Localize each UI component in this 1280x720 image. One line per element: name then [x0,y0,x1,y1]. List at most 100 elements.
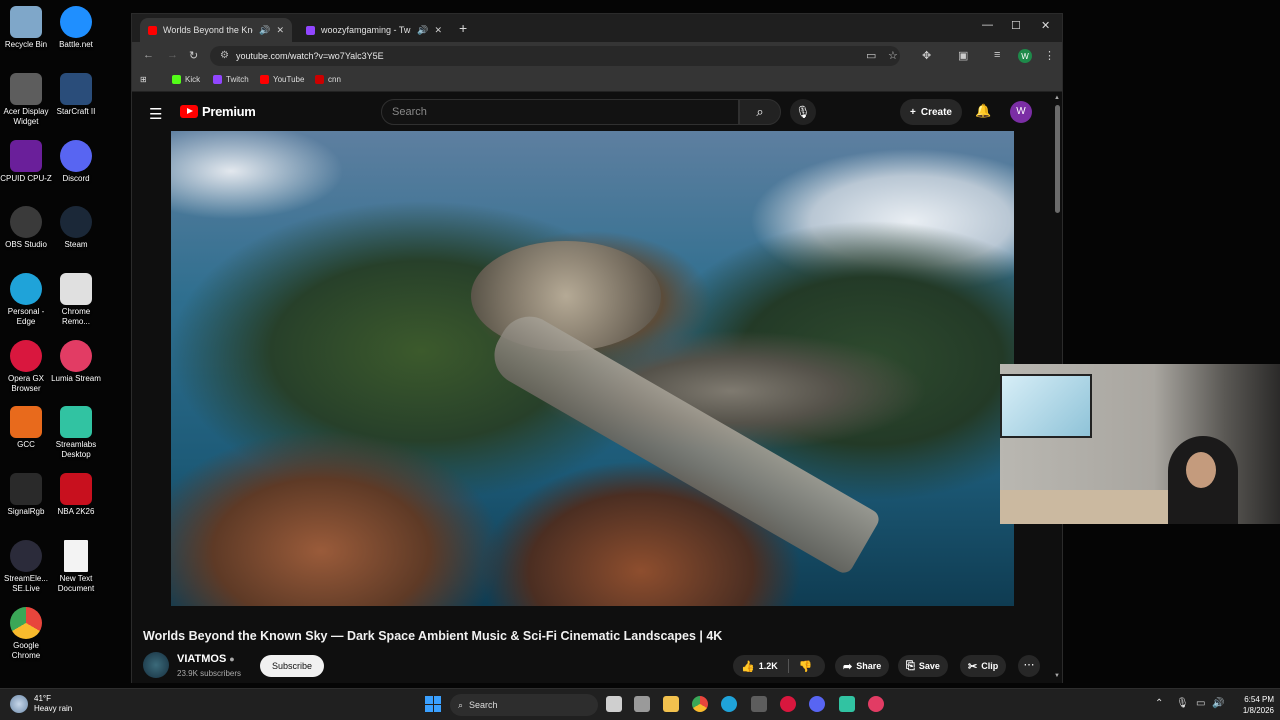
desktop-icon-discord[interactable]: Discord [50,140,102,184]
desktop-icon-streamlabs[interactable]: Streamlabs Desktop [50,406,102,460]
like-dislike-group: 👍 1.2K 👎 [733,655,825,677]
youtube-logo[interactable]: Premium [180,104,256,119]
edge-taskbar-icon[interactable] [721,696,737,712]
scrollbar-thumb[interactable] [1055,105,1060,213]
widgets-icon[interactable] [634,696,650,712]
desktop-icon-obs[interactable]: OBS Studio [0,206,52,250]
forward-icon[interactable]: → [167,49,178,61]
cast-icon[interactable]: ▭ [866,49,876,62]
notifications-bell-icon[interactable]: 🔔 [975,103,991,119]
site-info-icon[interactable]: ⚙ [220,50,229,61]
reading-list-icon[interactable]: ≡ [994,49,1000,61]
create-button[interactable]: + Create [900,99,962,125]
system-clock[interactable]: 6:54 PM 1/8/2026 [1226,694,1274,716]
share-button[interactable]: ➦ Share [835,655,890,677]
microphone-tray-icon[interactable]: 🎙 [1176,698,1189,709]
desktop-icon-label: Opera GX Browser [7,374,44,393]
tab-youtube[interactable]: Worlds Beyond the Known 🔊 ✕ [140,18,292,42]
bookmark-twitch[interactable]: Twitch [213,75,249,84]
taskbar-search[interactable]: ⌕ Search [450,694,598,716]
apps-grid-icon[interactable]: ⊞ [140,75,147,84]
bookmark-cnn[interactable]: cnn [315,75,341,84]
tab-twitch[interactable]: woozyfamgaming - Twitch 🔊 ✕ [298,18,450,42]
opera-gx-taskbar-icon[interactable] [780,696,796,712]
account-avatar[interactable]: W [1010,101,1032,123]
more-actions-button[interactable]: ⋯ [1018,655,1040,677]
reload-icon[interactable]: ↻ [189,49,198,62]
desktop-icon-nba2k[interactable]: NBA 2K26 [50,473,102,517]
file-explorer-icon[interactable] [663,696,679,712]
divider [787,659,789,673]
windows-logo-icon [425,696,433,704]
side-panel-icon[interactable]: ▣ [958,49,968,62]
subscribe-button[interactable]: Subscribe [260,655,324,677]
desktop-icon-opera-gx[interactable]: Opera GX Browser [0,340,52,394]
like-count[interactable]: 1.2K [759,661,778,671]
scroll-down-icon[interactable]: ▼ [1054,673,1060,679]
profile-avatar[interactable]: W [1018,49,1032,63]
like-icon[interactable]: 👍 [741,660,755,673]
network-icon[interactable]: ▭ [1196,698,1205,709]
extensions-icon[interactable]: ✥ [922,49,931,62]
desktop-icon-streamelements[interactable]: StreamEle... SE.Live [0,540,52,594]
start-button[interactable] [425,696,441,712]
desktop-icon-chrome[interactable]: Google Chrome [0,607,52,661]
streamlabs-taskbar-icon[interactable] [839,696,855,712]
desktop-icon-text-document[interactable]: New Text Document [50,540,102,594]
desktop-icon-lumia[interactable]: Lumia Stream [50,340,102,384]
desktop-icon-edge[interactable]: Personal - Edge [0,273,52,327]
desktop-icon-steam[interactable]: Steam [50,206,102,250]
browser-menu-icon[interactable]: ⋮ [1044,49,1055,62]
close-tab-icon[interactable]: ✕ [434,25,442,36]
channel-name-row[interactable]: VIATMOS ● [177,653,235,665]
kick-icon [172,75,181,84]
windows-logo-icon [433,704,441,712]
hamburger-menu-icon[interactable]: ☰ [149,105,162,123]
chrome-taskbar-icon[interactable] [692,696,708,712]
desktop-icon-recycle-bin[interactable]: Recycle Bin [0,6,52,50]
save-button[interactable]: ⎘ Save [898,655,948,677]
desktop-icon-gcc[interactable]: GCC [0,406,52,450]
webcam-overlay [1000,364,1280,524]
channel-avatar[interactable] [143,652,169,678]
desktop-icon-cpuz[interactable]: CPUID CPU-Z [0,140,52,184]
desktop-icon-label: Chrome Remo... [61,307,91,326]
desktop-icon-chrome-remote[interactable]: Chrome Remo... [50,273,102,327]
close-tab-icon[interactable]: ✕ [276,25,284,36]
volume-icon[interactable]: 🔊 [1212,698,1224,709]
video-player[interactable] [171,131,1014,606]
search-button[interactable]: ⌕ [739,99,781,125]
back-icon[interactable]: ← [143,49,154,61]
close-window-icon[interactable]: ✕ [1041,19,1050,32]
maximize-icon[interactable]: ☐ [1011,19,1021,32]
address-bar[interactable]: ⚙ youtube.com/watch?v=wo7Yalc3Y5E [210,46,900,66]
clip-button[interactable]: ✂ Clip [960,655,1007,677]
scroll-up-icon[interactable]: ▲ [1054,95,1060,101]
youtube-brand: Premium [202,104,256,119]
lumia-taskbar-icon[interactable] [868,696,884,712]
discord-taskbar-icon[interactable] [809,696,825,712]
desktop-icon-label: Discord [62,174,90,183]
voice-search-button[interactable]: 🎙 [790,99,816,125]
bookmark-star-icon[interactable]: ☆ [888,49,898,62]
tab-title: woozyfamgaming - Twitch [321,25,412,35]
bookmark-kick[interactable]: Kick [172,75,200,84]
speaker-icon[interactable]: 🔊 [259,25,270,36]
new-tab-icon[interactable]: + [459,20,467,36]
search-input[interactable]: Search [381,99,739,125]
settings-taskbar-icon[interactable] [751,696,767,712]
desktop-icon-battlenet[interactable]: Battle.net [50,6,102,50]
bookmark-youtube[interactable]: YouTube [260,75,304,84]
dislike-icon[interactable]: 👎 [799,660,813,673]
desktop-icon-starcraft[interactable]: StarCraft II [50,73,102,117]
tray-overflow-icon[interactable]: ⌃ [1155,698,1163,709]
speaker-icon[interactable]: 🔊 [417,25,428,36]
weather-widget[interactable]: 41°F Heavy rain [10,694,72,714]
desktop-icon-signalrgb[interactable]: SignalRgb [0,473,52,517]
verified-icon: ● [229,654,235,664]
desktop-icon-acer-display-widget[interactable]: Acer Display Widget [0,73,52,127]
weather-condition: Heavy rain [34,704,73,713]
recycle-bin-icon [10,6,42,38]
task-view-icon[interactable] [606,696,622,712]
minimize-icon[interactable]: — [982,19,993,31]
